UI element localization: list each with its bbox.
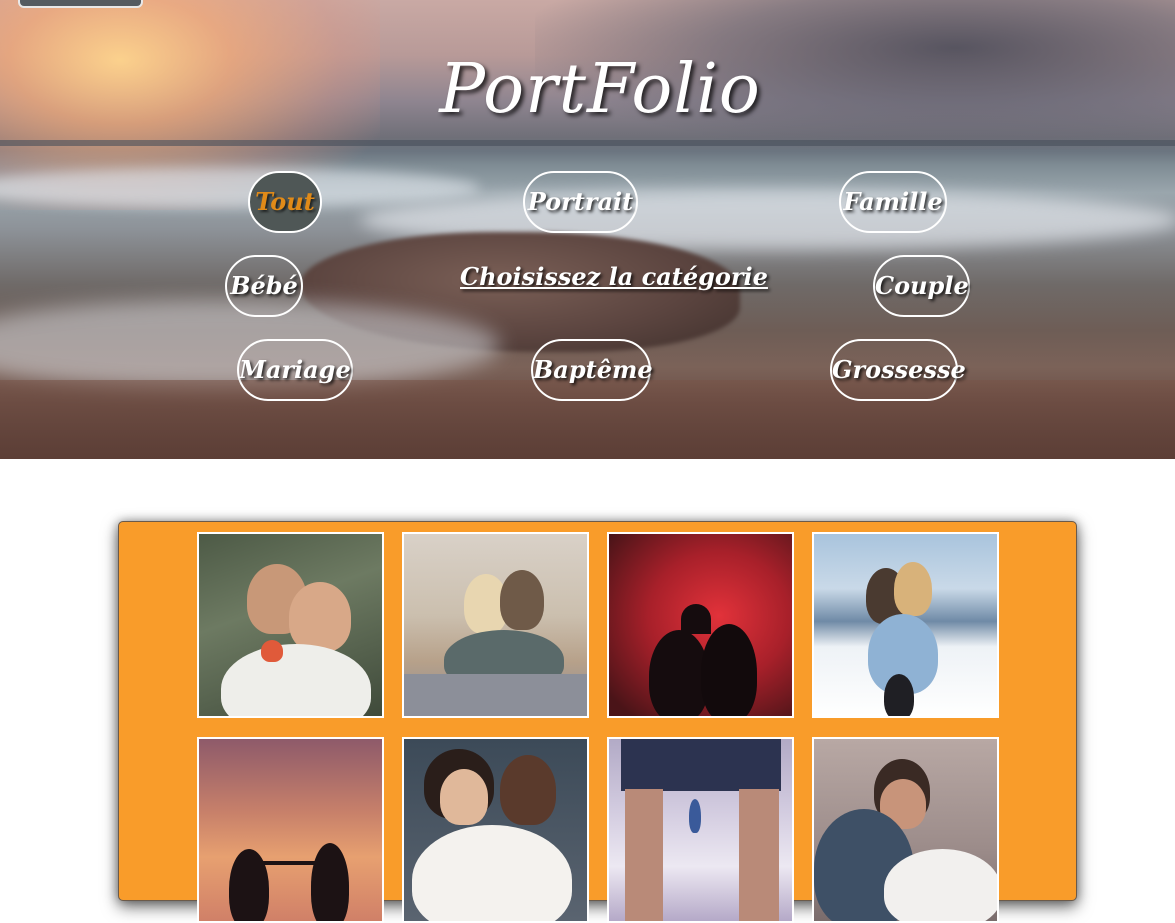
hero-horizon	[0, 140, 1175, 146]
gallery-photo[interactable]	[197, 532, 384, 718]
photo-gallery	[118, 521, 1077, 923]
gallery-photo[interactable]	[197, 737, 384, 923]
category-button-bebe[interactable]: Bébé	[225, 255, 303, 317]
category-button-tout[interactable]: Tout	[248, 171, 322, 233]
gallery-photo[interactable]	[607, 532, 794, 718]
gallery-photo[interactable]	[812, 532, 999, 718]
category-prompt: Choisissez la catégorie	[460, 262, 768, 291]
category-button-couple[interactable]: Couple	[873, 255, 970, 317]
category-button-bapteme[interactable]: Baptême	[531, 339, 653, 401]
top-tab[interactable]	[18, 0, 143, 8]
category-button-grossesse[interactable]: Grossesse	[830, 339, 966, 401]
category-button-mariage[interactable]: Mariage	[237, 339, 353, 401]
gallery-photo[interactable]	[607, 737, 794, 923]
gallery-photo[interactable]	[402, 737, 589, 923]
gallery-photo[interactable]	[812, 737, 999, 923]
gallery-photo[interactable]	[402, 532, 589, 718]
hero-banner: PortFolio Tout Portrait Famille Bébé Cho…	[0, 0, 1175, 459]
page-title: PortFolio	[439, 50, 761, 129]
hero-wave	[0, 168, 480, 208]
category-button-famille[interactable]: Famille	[839, 171, 947, 233]
category-button-portrait[interactable]: Portrait	[523, 171, 638, 233]
